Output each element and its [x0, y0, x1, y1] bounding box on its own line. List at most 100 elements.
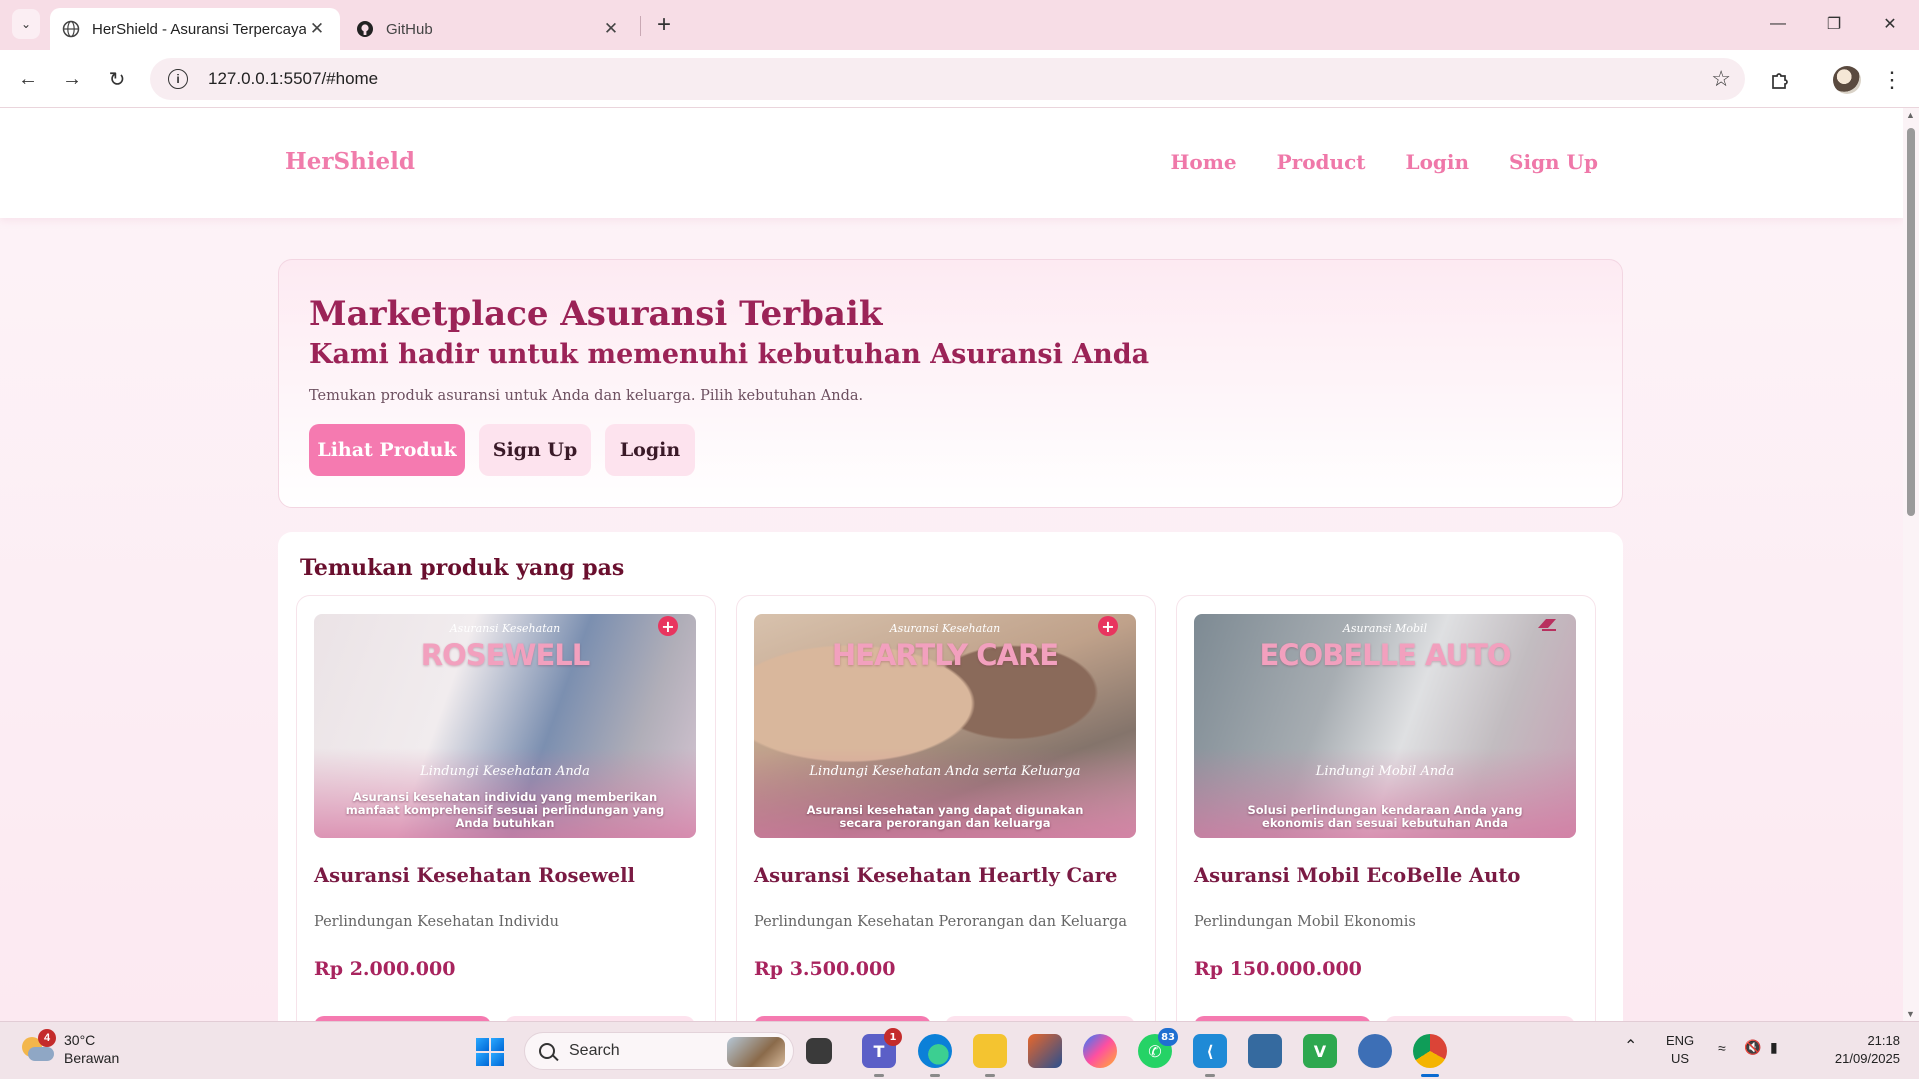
- hero-login-button[interactable]: Login: [605, 424, 695, 476]
- edge-icon[interactable]: [918, 1034, 952, 1077]
- products-section: Temukan produk yang pas Asuransi Kesehat…: [278, 532, 1623, 1021]
- hero-description: Temukan produk asuransi untuk Anda dan k…: [309, 388, 864, 404]
- scroll-up-arrow-icon[interactable]: ▲: [1906, 110, 1915, 120]
- vscode-icon[interactable]: ⟨: [1193, 1034, 1227, 1077]
- scroll-down-arrow-icon[interactable]: ▼: [1906, 1009, 1915, 1019]
- tab-title: GitHub: [386, 20, 433, 38]
- v-app-icon[interactable]: V: [1303, 1034, 1337, 1068]
- windows-start-icon[interactable]: [476, 1038, 504, 1066]
- whatsapp-icon[interactable]: ✆ 83: [1138, 1028, 1178, 1068]
- new-tab-plus-icon[interactable]: +: [650, 10, 678, 40]
- task-view-icon[interactable]: [806, 1038, 832, 1064]
- image-script-top: Asuransi Mobil: [1342, 622, 1428, 635]
- address-bar[interactable]: i 127.0.0.1:5507/#home ☆: [150, 58, 1745, 100]
- lang-region: US: [1671, 1051, 1690, 1066]
- input-language[interactable]: ENG US: [1666, 1032, 1694, 1068]
- nav-product-link[interactable]: Product: [1277, 150, 1366, 174]
- image-tagline: Asuransi kesehatan individu yang memberi…: [345, 790, 665, 830]
- chrome-icon[interactable]: [1413, 1034, 1447, 1077]
- product-image[interactable]: Asuransi Kesehatan ROSEWELL Lindungi Kes…: [314, 614, 696, 838]
- lang-code: ENG: [1666, 1033, 1695, 1048]
- car-logo-icon: [1538, 619, 1556, 631]
- image-brand-name: ROSEWELL: [420, 638, 590, 672]
- wifi-icon[interactable]: ≈: [1718, 1040, 1726, 1056]
- product-card-rosewell[interactable]: Asuransi Kesehatan ROSEWELL Lindungi Kes…: [296, 595, 716, 1021]
- nav-login-link[interactable]: Login: [1406, 150, 1470, 174]
- tab-separator: [640, 16, 641, 36]
- matlab-icon[interactable]: [1028, 1034, 1062, 1068]
- image-script-mid: Lindungi Kesehatan Anda serta Keluarga: [809, 764, 1081, 779]
- kebab-menu-icon[interactable]: ⋮: [1880, 64, 1904, 96]
- system-clock[interactable]: 21:18 21/09/2025: [1812, 1032, 1900, 1068]
- minimize-icon[interactable]: —: [1758, 8, 1798, 40]
- product-title: Asuransi Mobil EcoBelle Auto: [1194, 864, 1521, 887]
- copilot-icon[interactable]: [1083, 1034, 1117, 1068]
- reload-icon[interactable]: ↻: [101, 63, 133, 95]
- tray-overflow-chevron-icon[interactable]: ⌃: [1624, 1036, 1637, 1056]
- eclipse-icon[interactable]: [1358, 1034, 1392, 1068]
- page-scrollbar[interactable]: ▲ ▼: [1903, 108, 1919, 1021]
- taskbar-search-label: Search: [569, 1042, 620, 1059]
- weather-desc: Berawan: [64, 1050, 120, 1066]
- site-info-icon[interactable]: i: [168, 69, 188, 89]
- image-brand-name: ECOBELLE AUTO: [1259, 638, 1511, 672]
- hero-signup-button[interactable]: Sign Up: [479, 424, 591, 476]
- battery-icon[interactable]: ▮: [1770, 1039, 1778, 1056]
- weather-badge: 4: [38, 1029, 56, 1047]
- view-products-button[interactable]: Lihat Produk: [309, 424, 465, 476]
- product-title: Asuransi Kesehatan Heartly Care: [754, 864, 1118, 887]
- site-logo[interactable]: HerShield: [285, 148, 415, 175]
- image-tagline: Solusi perlindungan kendaraan Anda yang …: [1247, 803, 1523, 830]
- restore-icon[interactable]: ❐: [1814, 8, 1854, 40]
- tab-github[interactable]: GitHub ✕: [344, 8, 634, 50]
- speaker-muted-icon[interactable]: 🔇: [1744, 1039, 1761, 1056]
- tab-search-chevron-icon[interactable]: ⌄: [12, 9, 40, 39]
- back-arrow-icon[interactable]: ←: [12, 63, 44, 95]
- clock-time: 21:18: [1867, 1033, 1900, 1048]
- profile-avatar[interactable]: [1833, 66, 1861, 94]
- image-script-mid: Lindungi Mobil Anda: [1315, 764, 1455, 779]
- file-explorer-icon[interactable]: [973, 1034, 1007, 1077]
- product-image[interactable]: Asuransi Kesehatan HEARTLY CARE Lindungi…: [754, 614, 1136, 838]
- weather-temp: 30°C: [64, 1032, 96, 1048]
- hero-title: Marketplace Asuransi Terbaik: [309, 294, 883, 334]
- image-script-top: Asuransi Kesehatan: [449, 622, 561, 635]
- product-description: Perlindungan Mobil Ekonomis: [1194, 914, 1416, 930]
- close-tab-icon[interactable]: ✕: [306, 18, 328, 40]
- scrollbar-thumb[interactable]: [1907, 128, 1915, 516]
- extensions-puzzle-icon[interactable]: [1764, 64, 1796, 96]
- url-text[interactable]: 127.0.0.1:5507/#home: [208, 69, 378, 89]
- windows-taskbar: 4 30°C Berawan Search T 1 ✆ 83 ⟨ V ⌃ ENG…: [0, 1021, 1919, 1079]
- hero-section: Marketplace Asuransi Terbaik Kami hadir …: [278, 259, 1623, 508]
- hero-subtitle: Kami hadir untuk memenuhi kebutuhan Asur…: [309, 339, 1150, 370]
- medical-cross-icon: +: [1098, 616, 1118, 636]
- image-brand-name: HEARTLY CARE: [831, 638, 1059, 672]
- window-close-icon[interactable]: ✕: [1870, 8, 1910, 40]
- product-card-ecobelle-auto[interactable]: Asuransi Mobil ECOBELLE AUTO Lindungi Mo…: [1176, 595, 1596, 1021]
- image-script-top: Asuransi Kesehatan: [889, 622, 1001, 635]
- image-script-mid: Lindungi Kesehatan Anda: [420, 764, 590, 779]
- globe-icon: [62, 20, 80, 38]
- taskbar-search[interactable]: Search: [524, 1032, 794, 1070]
- product-price: Rp 2.000.000: [314, 958, 456, 980]
- product-price: Rp 150.000.000: [1194, 958, 1362, 980]
- page-viewport: HerShield Home Product Login Sign Up Mar…: [0, 108, 1903, 1021]
- postgresql-icon[interactable]: [1248, 1034, 1282, 1068]
- weather-widget[interactable]: 4 30°C Berawan: [20, 1029, 120, 1067]
- bookmark-star-icon[interactable]: ☆: [1711, 66, 1731, 92]
- product-image[interactable]: Asuransi Mobil ECOBELLE AUTO Lindungi Mo…: [1194, 614, 1576, 838]
- product-description: Perlindungan Kesehatan Perorangan dan Ke…: [754, 914, 1128, 930]
- clock-date: 21/09/2025: [1834, 1051, 1900, 1066]
- search-icon: [539, 1043, 555, 1059]
- github-icon: [357, 21, 373, 37]
- teams-icon[interactable]: T 1: [862, 1028, 902, 1077]
- tab-hershield[interactable]: HerShield - Asuransi Terpercaya ✕: [50, 8, 340, 50]
- nav-home-link[interactable]: Home: [1171, 150, 1237, 174]
- whatsapp-badge: 83: [1158, 1028, 1178, 1046]
- forward-arrow-icon[interactable]: →: [56, 63, 88, 95]
- nav-signup-link[interactable]: Sign Up: [1509, 150, 1598, 174]
- close-tab-icon[interactable]: ✕: [600, 18, 622, 40]
- product-price: Rp 3.500.000: [754, 958, 896, 980]
- product-card-heartly-care[interactable]: Asuransi Kesehatan HEARTLY CARE Lindungi…: [736, 595, 1156, 1021]
- product-title: Asuransi Kesehatan Rosewell: [314, 864, 635, 887]
